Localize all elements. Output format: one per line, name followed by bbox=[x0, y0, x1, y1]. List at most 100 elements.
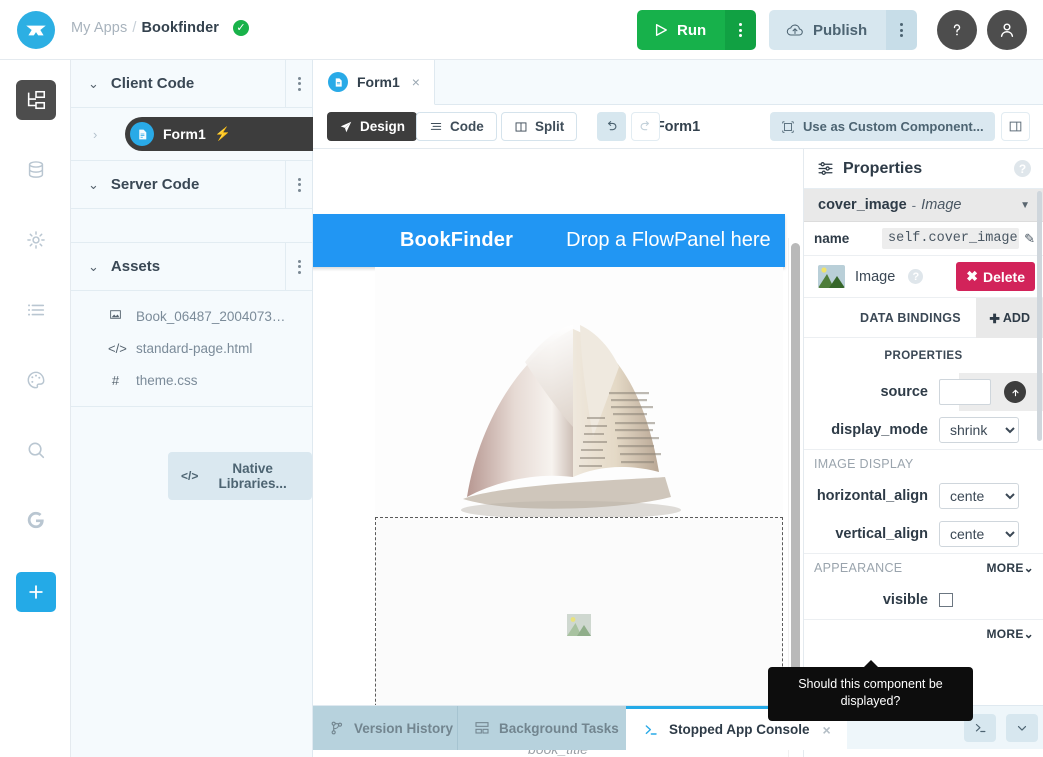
form1-label: Form1 bbox=[163, 126, 206, 142]
asset-label: standard-page.html bbox=[136, 341, 252, 356]
image-display-label: IMAGE DISPLAY bbox=[814, 457, 914, 471]
image-thumbnail-icon bbox=[818, 265, 845, 288]
pencil-icon[interactable]: ✎ bbox=[1024, 231, 1035, 247]
chevron-down-icon bbox=[1015, 721, 1029, 735]
source-input[interactable] bbox=[939, 379, 991, 405]
delete-button[interactable]: ✖ Delete bbox=[956, 262, 1035, 291]
close-icon[interactable]: × bbox=[412, 74, 420, 90]
panel-toggle-button[interactable] bbox=[1001, 112, 1030, 141]
rail-item-settings[interactable] bbox=[16, 220, 56, 260]
top-bar: My Apps / Bookfinder ✓ Run Publish bbox=[0, 0, 1043, 60]
run-button[interactable]: Run bbox=[637, 10, 725, 50]
tab-design[interactable]: Design bbox=[327, 112, 417, 141]
horizontal-align-row: horizontal_align cente bbox=[804, 477, 1043, 515]
source-row: source bbox=[804, 373, 1043, 411]
assets-menu-button[interactable] bbox=[285, 243, 312, 290]
tree-row-form1: › Form1 ⚡ bbox=[71, 108, 312, 160]
properties-header: Properties ? bbox=[804, 149, 1043, 189]
tab-code[interactable]: Code bbox=[416, 112, 497, 141]
component-selector[interactable]: cover_image - Image ▼ bbox=[804, 189, 1043, 222]
upload-icon[interactable] bbox=[1004, 381, 1026, 403]
rail-item-add[interactable] bbox=[16, 572, 56, 612]
native-libraries-button[interactable]: </> Native Libraries... bbox=[168, 452, 312, 500]
tab-design-label: Design bbox=[360, 119, 405, 134]
properties-help-icon[interactable]: ? bbox=[1014, 160, 1031, 177]
breadcrumb: My Apps / Bookfinder ✓ bbox=[71, 20, 249, 36]
sliders-icon bbox=[817, 160, 834, 177]
properties-scrollbar-thumb[interactable] bbox=[1037, 191, 1042, 441]
cover-image-placeholder[interactable] bbox=[375, 517, 783, 732]
flowpanel-drop-hint[interactable]: Drop a FlowPanel here bbox=[566, 229, 771, 252]
app-browser-icon bbox=[25, 89, 47, 111]
tree-item-form1[interactable]: Form1 ⚡ bbox=[125, 117, 316, 151]
account-button[interactable] bbox=[987, 10, 1027, 50]
rail-item-database[interactable] bbox=[16, 150, 56, 190]
breadcrumb-my-apps[interactable]: My Apps bbox=[71, 20, 127, 36]
asset-label: theme.css bbox=[136, 373, 198, 388]
properties-panel: Properties ? cover_image - Image ▼ name … bbox=[803, 149, 1043, 757]
type-help-icon[interactable]: ? bbox=[908, 269, 923, 284]
image-icon bbox=[108, 308, 123, 324]
layout-more-button[interactable]: MORE⌄ bbox=[986, 627, 1034, 641]
asset-item-html[interactable]: </> standard-page.html bbox=[0, 332, 312, 364]
tab-label: Form1 bbox=[357, 74, 400, 90]
rail-item-google[interactable] bbox=[16, 500, 56, 540]
form-header-bar[interactable]: BookFinder Drop a FlowPanel here bbox=[313, 214, 785, 267]
section-server-code[interactable]: ⌄ Server Code bbox=[71, 161, 312, 209]
name-value[interactable]: self.cover_image bbox=[882, 228, 1019, 249]
asset-label: Book_06487_2004073… bbox=[136, 309, 285, 324]
kebab-icon bbox=[739, 23, 742, 37]
paper-plane-icon bbox=[339, 120, 353, 134]
component-icon bbox=[781, 120, 795, 134]
tab-version-history[interactable]: Version History bbox=[313, 706, 469, 750]
server-code-menu-button[interactable] bbox=[285, 161, 312, 208]
image-display-section: IMAGE DISPLAY bbox=[804, 449, 1043, 477]
add-binding-button[interactable]: ✚ ADD bbox=[976, 298, 1043, 338]
data-bindings-label: DATA BINDINGS bbox=[860, 311, 961, 325]
canvas-scrollbar-thumb[interactable] bbox=[791, 243, 800, 731]
publish-button[interactable]: Publish bbox=[769, 10, 886, 50]
chevron-right-icon[interactable]: › bbox=[93, 127, 115, 142]
chevron-double-down-icon: ⌄ bbox=[1024, 627, 1034, 641]
collapse-console-button[interactable] bbox=[1006, 714, 1038, 742]
help-button[interactable] bbox=[937, 10, 977, 50]
appearance-more-button[interactable]: MORE⌄ bbox=[986, 561, 1034, 575]
run-menu-button[interactable] bbox=[725, 10, 756, 50]
section-assets[interactable]: ⌄ Assets bbox=[71, 243, 312, 291]
rail-item-search[interactable] bbox=[16, 430, 56, 470]
undo-button[interactable] bbox=[597, 112, 626, 141]
component-name: cover_image bbox=[818, 197, 907, 213]
publish-menu-button[interactable] bbox=[886, 10, 917, 50]
design-canvas[interactable]: BookFinder Drop a FlowPanel here bbox=[313, 149, 803, 757]
terminal-icon bbox=[973, 721, 988, 735]
client-code-label: Client Code bbox=[111, 75, 194, 92]
anvil-logo-icon[interactable] bbox=[17, 11, 55, 49]
background-tasks-label: Background Tasks bbox=[499, 721, 619, 736]
asset-item-image[interactable]: Book_06487_2004073… bbox=[0, 300, 312, 332]
search-icon bbox=[25, 439, 47, 461]
image-placeholder-icon bbox=[567, 614, 591, 636]
chevron-double-down-icon: ⌄ bbox=[1024, 561, 1034, 575]
display-mode-row: display_mode shrink bbox=[804, 411, 1043, 449]
native-libraries-label: Native Libraries... bbox=[206, 461, 299, 491]
display-mode-select[interactable]: shrink bbox=[939, 417, 1019, 443]
rail-item-app-browser[interactable] bbox=[16, 80, 56, 120]
tab-split[interactable]: Split bbox=[501, 112, 577, 141]
vertical-align-select[interactable]: cente bbox=[939, 521, 1019, 547]
form-icon bbox=[130, 122, 154, 146]
section-client-code[interactable]: ⌄ Client Code bbox=[71, 60, 312, 108]
asset-item-css[interactable]: # theme.css bbox=[0, 364, 312, 396]
code-icon: </> bbox=[181, 469, 198, 483]
source-label: source bbox=[804, 384, 939, 400]
use-as-custom-component-button[interactable]: Use as Custom Component... bbox=[770, 112, 995, 141]
redo-button[interactable] bbox=[631, 112, 660, 141]
close-icon[interactable]: × bbox=[823, 722, 831, 738]
tab-form1[interactable]: Form1 × bbox=[313, 60, 435, 105]
breadcrumb-app-name[interactable]: Bookfinder bbox=[141, 20, 219, 36]
client-code-menu-button[interactable] bbox=[285, 60, 312, 107]
horizontal-align-select[interactable]: cente bbox=[939, 483, 1019, 509]
tab-background-tasks[interactable]: Background Tasks bbox=[457, 706, 635, 750]
visible-checkbox[interactable] bbox=[939, 593, 953, 607]
component-dash: - bbox=[912, 198, 917, 213]
client-code-body: › Form1 ⚡ bbox=[71, 108, 312, 161]
